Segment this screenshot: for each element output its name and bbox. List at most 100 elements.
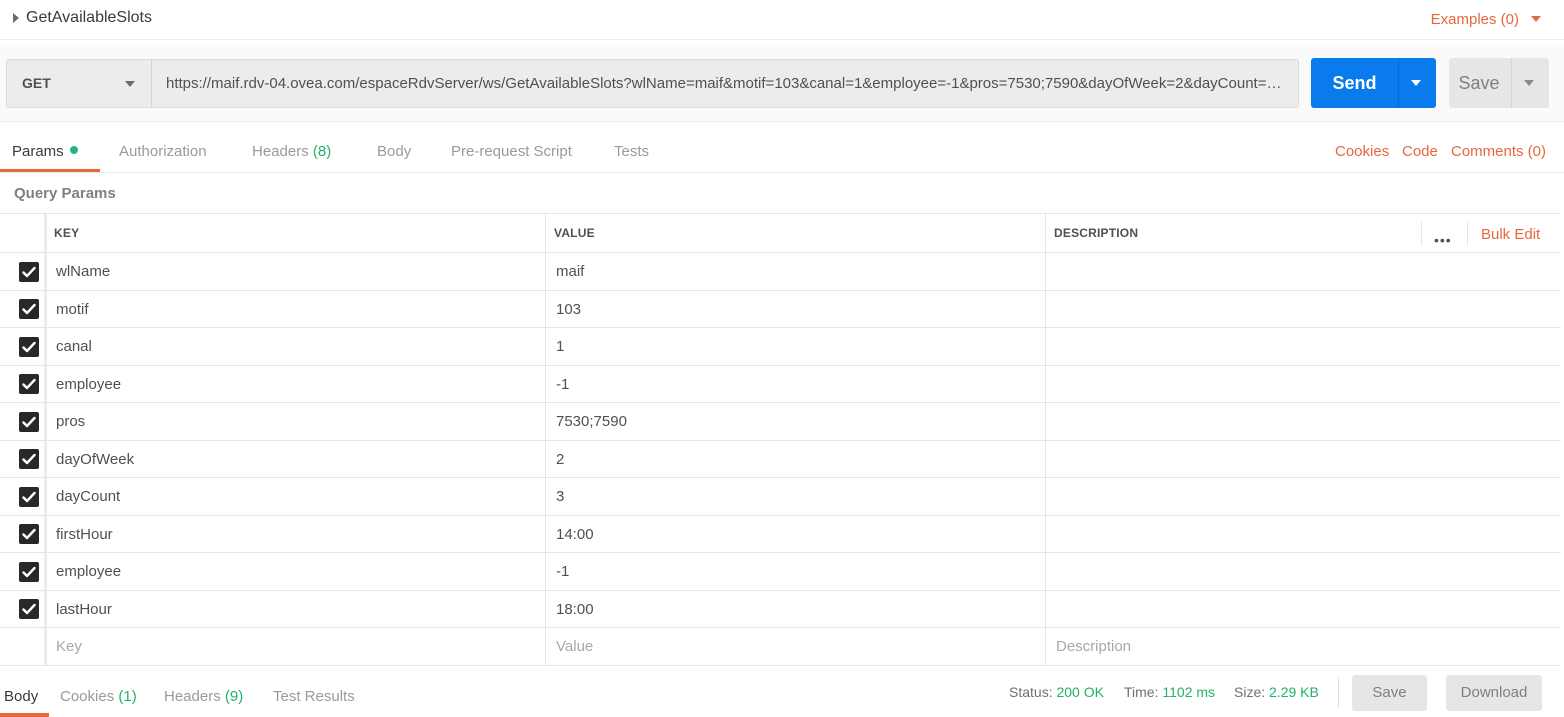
param-value[interactable]: -1: [556, 563, 569, 580]
table-row: employee -1: [0, 553, 1561, 591]
send-label: Send: [1332, 73, 1377, 93]
tab-params-label: Params: [12, 143, 64, 160]
divider: [44, 515, 47, 552]
row-checkbox[interactable]: [19, 261, 39, 282]
checkmark-icon: [22, 491, 36, 502]
examples-dropdown[interactable]: Examples (0): [1431, 11, 1519, 28]
request-tabs: Params Authorization Headers (8) Body Pr…: [0, 131, 1564, 173]
param-key[interactable]: dayOfWeek: [56, 451, 134, 468]
param-key[interactable]: canal: [56, 338, 92, 355]
response-bar: Body Cookies (1) Headers (9) Test Result…: [0, 675, 1564, 717]
response-tab-test-results[interactable]: Test Results: [273, 688, 355, 705]
request-name[interactable]: GetAvailableSlots: [26, 9, 152, 27]
divider: [44, 290, 47, 327]
tab-authorization[interactable]: Authorization: [119, 143, 207, 160]
divider: [44, 628, 47, 665]
param-value[interactable]: 18:00: [556, 601, 594, 618]
code-link[interactable]: Code: [1402, 143, 1438, 160]
url-input[interactable]: https://maif.rdv-04.ovea.com/espaceRdvSe…: [151, 59, 1299, 108]
response-cookies-label: Cookies: [60, 688, 115, 705]
param-value[interactable]: 103: [556, 301, 581, 318]
time-label: Time:: [1124, 684, 1159, 700]
checkmark-icon: [22, 454, 36, 465]
tab-tests[interactable]: Tests: [614, 143, 649, 160]
table-row: dayCount 3: [0, 478, 1561, 516]
param-key[interactable]: lastHour: [56, 601, 112, 618]
new-value-input[interactable]: Value: [556, 638, 593, 655]
param-key[interactable]: motif: [56, 301, 89, 318]
method-select[interactable]: GET: [6, 59, 152, 108]
send-options-chevron-icon[interactable]: [1411, 80, 1421, 86]
chevron-down-icon[interactable]: [1531, 16, 1541, 22]
row-checkbox[interactable]: [19, 599, 39, 620]
param-key[interactable]: pros: [56, 413, 85, 430]
row-checkbox[interactable]: [19, 411, 39, 432]
divider: [545, 365, 546, 402]
checkmark-icon: [22, 341, 36, 352]
caret-right-icon[interactable]: [13, 13, 19, 23]
divider: [1338, 678, 1339, 708]
row-checkbox[interactable]: [19, 374, 39, 395]
new-description-input[interactable]: Description: [1056, 638, 1131, 655]
divider: [44, 553, 47, 590]
new-key-input[interactable]: Key: [56, 638, 82, 655]
download-button[interactable]: Download: [1446, 675, 1542, 711]
row-checkbox[interactable]: [19, 299, 39, 320]
response-headers-label: Headers: [164, 688, 221, 705]
table-row: employee -1: [0, 365, 1561, 403]
param-value[interactable]: 3: [556, 488, 564, 505]
response-tab-headers[interactable]: Headers (9): [164, 688, 243, 705]
row-checkbox[interactable]: [19, 524, 39, 545]
save-options-chevron-icon[interactable]: [1524, 80, 1534, 86]
checkmark-icon: [22, 416, 36, 427]
query-params-title: Query Params: [14, 185, 116, 202]
divider: [1045, 290, 1046, 327]
send-button[interactable]: Send: [1311, 58, 1436, 108]
response-tab-cookies[interactable]: Cookies (1): [60, 688, 137, 705]
param-value[interactable]: 14:00: [556, 526, 594, 543]
more-options-icon[interactable]: •••: [1434, 232, 1452, 248]
tab-params[interactable]: Params: [12, 143, 78, 160]
row-checkbox[interactable]: [19, 486, 39, 507]
active-tab-indicator: [0, 713, 49, 717]
param-key[interactable]: wlName: [56, 263, 110, 280]
param-value[interactable]: -1: [556, 376, 569, 393]
response-tab-body[interactable]: Body: [4, 688, 38, 705]
param-value[interactable]: 2: [556, 451, 564, 468]
status-readout: Status: 200 OK: [1009, 684, 1104, 700]
url-bar: GET https://maif.rdv-04.ovea.com/espaceR…: [0, 45, 1564, 122]
param-key[interactable]: dayCount: [56, 488, 120, 505]
table-row: wlName maif: [0, 253, 1561, 291]
new-param-row: Key Value Description: [0, 628, 1561, 666]
param-value[interactable]: 1: [556, 338, 564, 355]
tab-headers[interactable]: Headers (8): [252, 143, 331, 160]
status-label: Status:: [1009, 684, 1053, 700]
row-checkbox[interactable]: [19, 561, 39, 582]
bulk-edit-link[interactable]: Bulk Edit: [1481, 226, 1540, 243]
param-key[interactable]: firstHour: [56, 526, 113, 543]
param-value[interactable]: maif: [556, 263, 584, 280]
divider: [545, 553, 546, 590]
checkmark-icon: [22, 304, 36, 315]
param-key[interactable]: employee: [56, 563, 121, 580]
comments-link[interactable]: Comments (0): [1451, 143, 1546, 160]
divider: [545, 478, 546, 515]
tab-body[interactable]: Body: [377, 143, 411, 160]
param-key[interactable]: employee: [56, 376, 121, 393]
column-header-value: VALUE: [554, 226, 595, 240]
param-value[interactable]: 7530;7590: [556, 413, 627, 430]
checkmark-icon: [22, 266, 36, 277]
divider: [1045, 553, 1046, 590]
divider: [545, 515, 546, 552]
column-header-key: KEY: [54, 226, 80, 240]
divider: [44, 214, 47, 252]
size-readout: Size: 2.29 KB: [1234, 684, 1319, 700]
save-request-button[interactable]: Save: [1449, 58, 1549, 108]
divider: [1045, 403, 1046, 440]
save-response-button[interactable]: Save: [1352, 675, 1427, 711]
row-checkbox[interactable]: [19, 336, 39, 357]
row-checkbox[interactable]: [19, 449, 39, 470]
table-row: motif 103: [0, 290, 1561, 328]
tab-prerequest-script[interactable]: Pre-request Script: [451, 143, 572, 160]
cookies-link[interactable]: Cookies: [1335, 143, 1389, 160]
